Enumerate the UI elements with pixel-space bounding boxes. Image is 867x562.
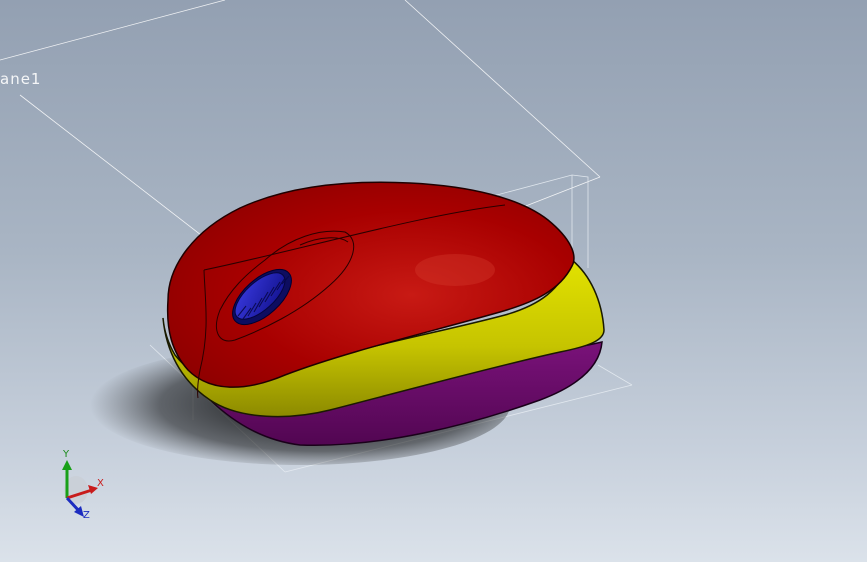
y-axis-label: Y [62,449,70,460]
x-axis-label: X [97,478,104,489]
y-axis-arrow-icon [62,460,72,470]
graphics-viewport[interactable]: ane1 Y X Z [0,0,867,562]
top-shell-highlight [415,254,495,286]
z-axis-label: Z [83,510,90,521]
reference-triad[interactable]: Y X Z [50,446,120,526]
plane-label[interactable]: ane1 [0,70,41,88]
model-scene[interactable] [0,0,867,562]
